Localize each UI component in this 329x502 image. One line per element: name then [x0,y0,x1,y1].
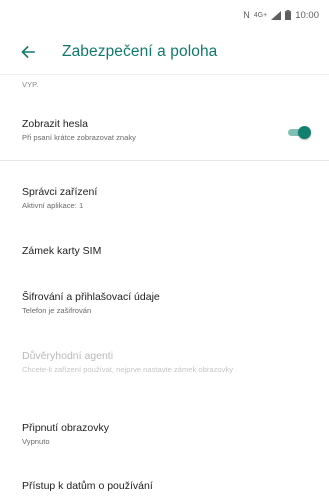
item-title: Zobrazit hesla [22,118,88,130]
network-type-label: 4G+ [253,11,268,19]
item-title: Připnutí obrazovky [22,422,109,434]
item-subtitle: Telefon je zašifrován [22,306,92,315]
page-title: Zabezpečení a poloha [62,43,218,60]
signal-icon [271,10,282,20]
item-title: Šifrování a přihlašovací údaje [22,291,160,303]
status-time: 10:00 [295,9,319,21]
item-subtitle: Chcete-li zařízení používat, nejprve nas… [22,365,234,374]
item-subtitle: Vypnuto [22,437,50,446]
back-button[interactable] [16,40,40,64]
list-item-sim-lock[interactable]: Zámek karty SIM [22,245,313,258]
item-subtitle: Při psaní krátce zobrazovat znaky [22,133,136,142]
section-divider [0,160,329,161]
toggle-thumb [298,126,311,139]
list-item-device-admins[interactable]: Správci zařízení Aktivní aplikace: 1 [22,186,313,211]
battery-icon [285,10,292,20]
nfc-icon: N [243,10,250,20]
list-item-screen-pinning[interactable]: Připnutí obrazovky Vypnuto [22,422,313,447]
item-title: Důvěryhodní agenti [22,350,114,362]
list-item-encryption[interactable]: Šifrování a přihlašovací údaje Telefon j… [22,291,313,316]
previous-item-summary: VYP. [22,80,39,89]
arrow-left-icon [21,46,35,58]
status-bar: N 4G+ 10:00 [0,0,329,30]
item-title: Zámek karty SIM [22,245,102,257]
list-item-trust-agents: Důvěryhodní agenti Chcete-li zařízení po… [22,350,313,375]
list-item-usage-access[interactable]: Přístup k datům o používání [22,480,313,493]
item-title: Správci zařízení [22,186,98,198]
item-title: Přístup k datům o používání [22,480,153,492]
app-bar: Zabezpečení a poloha [0,30,329,75]
item-subtitle: Aktivní aplikace: 1 [22,201,84,210]
show-passwords-toggle[interactable] [287,126,311,139]
list-item-show-passwords[interactable]: Zobrazit hesla Při psaní krátce zobrazov… [22,118,313,143]
